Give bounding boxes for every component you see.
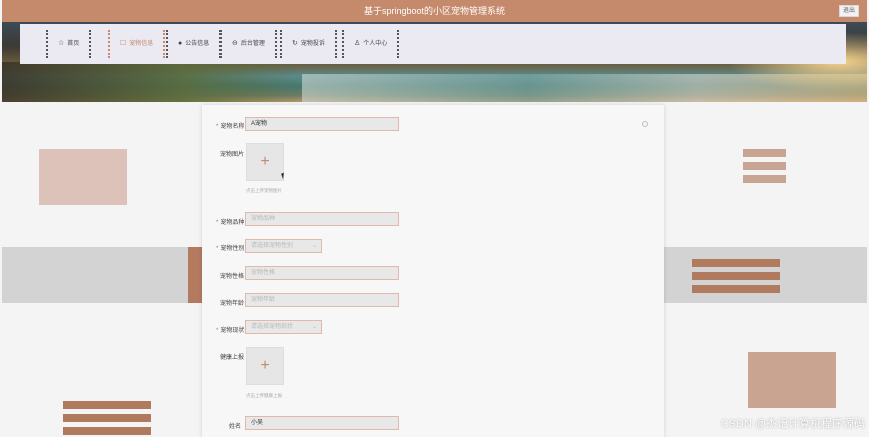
decor-block <box>39 149 127 205</box>
close-icon[interactable] <box>642 121 648 127</box>
pet-gender-label: * 宠物性别 <box>216 246 245 252</box>
nav-item-complaints[interactable]: ↻ 宠物投诉 <box>280 30 337 58</box>
title-bar: 基于springboot的小区宠物管理系统 退出 <box>2 0 867 22</box>
app-title: 基于springboot的小区宠物管理系统 <box>363 6 506 16</box>
refresh-icon: ↻ <box>292 40 298 47</box>
decor-bar <box>692 285 780 293</box>
nav-item-pet-info[interactable]: ☐ 宠物信息 <box>108 30 166 58</box>
star-icon: ☆ <box>58 40 65 47</box>
carousel-indicator[interactable] <box>430 94 454 102</box>
pet-gender-select[interactable]: 请选择宠物性别 ⌄ <box>245 239 322 253</box>
health-report-hint: 点击上传健康上报 <box>246 393 282 398</box>
decor-bar <box>743 162 786 170</box>
admin-icon: ⊖ <box>232 40 238 47</box>
nav-item-home[interactable]: ☆ 首页 <box>46 30 92 58</box>
health-report-label: 健康上报 <box>220 355 245 361</box>
decor-bar <box>743 149 786 157</box>
user-icon: ♙ <box>354 40 361 47</box>
info-icon: ● <box>178 40 183 47</box>
nav-item-admin[interactable]: ⊖ 后台管理 <box>220 30 277 58</box>
exit-button[interactable]: 退出 <box>839 5 859 17</box>
pet-breed-input[interactable]: 宠物品种 <box>245 212 399 226</box>
pet-name-label: * 宠物名称 <box>216 124 245 130</box>
nav-item-notices[interactable]: ● 公告信息 <box>166 30 222 58</box>
health-report-upload[interactable]: + <box>246 347 284 385</box>
pet-name-input[interactable]: A宠物 <box>245 117 399 131</box>
decor-bar <box>63 427 151 435</box>
pet-image-label: 宠物图片 <box>220 152 245 158</box>
pet-age-label: 宠物年龄 <box>220 301 245 307</box>
pet-image-hint: 点击上传宠物图片 <box>246 188 282 193</box>
pet-breed-label: * 宠物品种 <box>216 220 245 226</box>
pet-status-label: * 宠物现状 <box>216 328 245 334</box>
pet-age-input[interactable]: 宠物年龄 <box>245 293 399 307</box>
chevron-down-icon: ⌄ <box>311 243 317 249</box>
pet-personality-input[interactable]: 宠物性格 <box>245 266 399 280</box>
pet-status-select[interactable]: 请选择宠物现状 ⌄ <box>245 320 322 334</box>
decor-bar <box>743 175 786 183</box>
pet-image-upload[interactable]: + <box>246 143 284 181</box>
top-nav: ☆ 首页 ☐ 宠物信息 ● 公告信息 ⊖ 后台管理 ↻ 宠物投诉 ♙ 个人中心 <box>20 24 846 64</box>
csdn-watermark: CSDN @杰记计算机程序源码 <box>720 418 865 430</box>
decor-bar <box>63 414 151 422</box>
chevron-down-icon: ⌄ <box>311 324 317 330</box>
owner-name-input[interactable]: 小吴 <box>245 416 399 430</box>
folder-icon: ☐ <box>120 40 127 47</box>
owner-name-label: 姓名 <box>229 424 242 430</box>
nav-item-profile[interactable]: ♙ 个人中心 <box>342 30 400 58</box>
decor-block <box>748 352 836 408</box>
decor-bar <box>63 401 151 409</box>
pet-personality-label: 宠物性格 <box>220 274 245 280</box>
decor-bar <box>692 259 780 267</box>
decor-bar <box>692 272 780 280</box>
